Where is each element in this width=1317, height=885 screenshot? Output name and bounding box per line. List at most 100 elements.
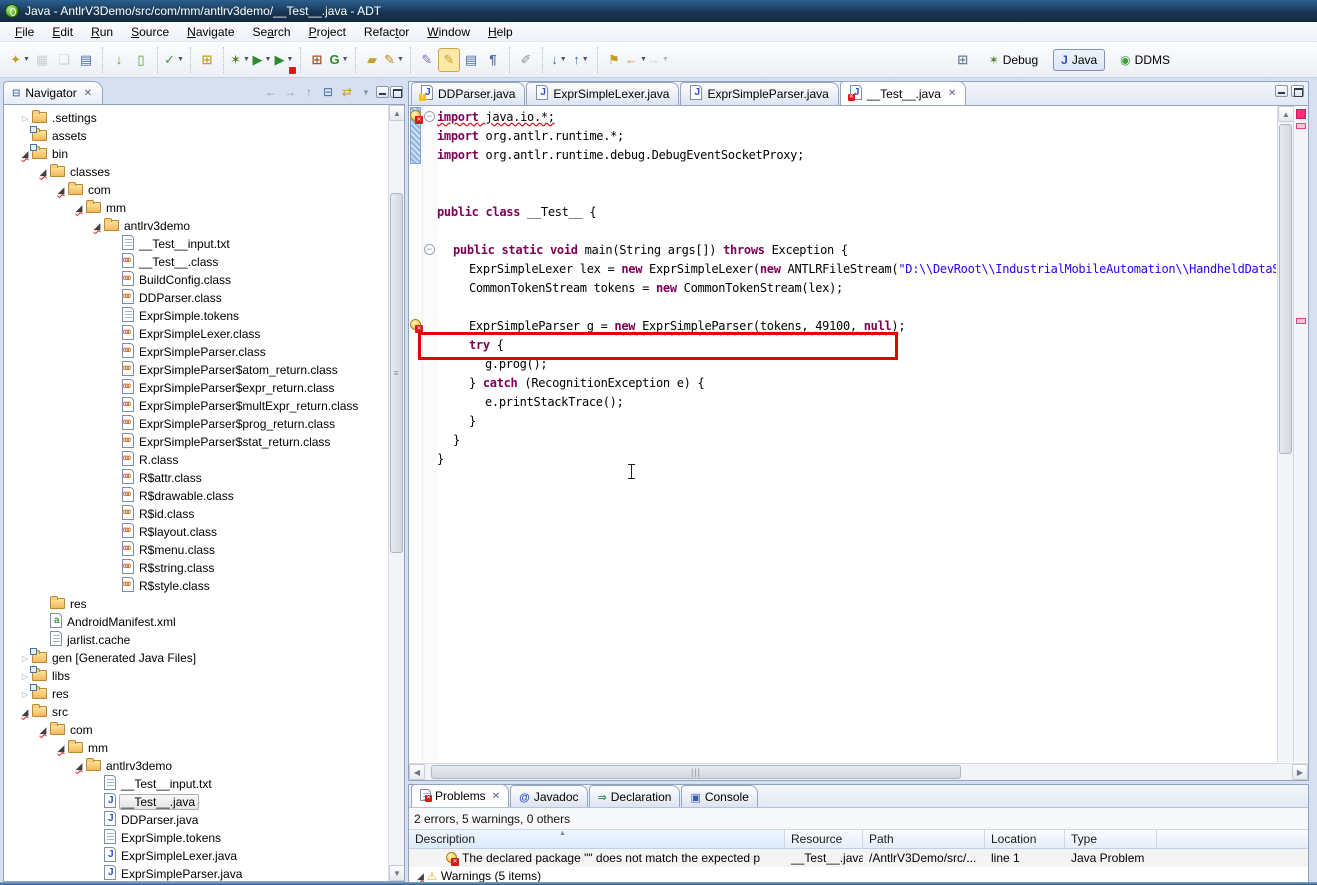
save-icon[interactable]: ▦: [31, 48, 53, 72]
new-android-project-icon[interactable]: ⊞: [196, 48, 218, 72]
tree-item-exprsimpleparser-atom-return-class[interactable]: 010 ExprSimpleParser$atom_return.class: [4, 361, 387, 379]
print-icon[interactable]: ▤: [75, 48, 97, 72]
dropdown-arrow-icon[interactable]: ▼: [287, 56, 294, 63]
navigator-scrollbar[interactable]: ▲ ≡ ▼: [388, 105, 404, 881]
editor-horizontal-scrollbar[interactable]: ◀ ||| ▶: [409, 763, 1308, 780]
dropdown-arrow-icon[interactable]: ▼: [177, 56, 184, 63]
tree-item-com[interactable]: ◢ com: [4, 721, 387, 739]
code-content[interactable]: import java.io.*; import org.antlr.runtim…: [437, 108, 1276, 762]
collapse-icon[interactable]: ◢: [72, 203, 86, 214]
collapse-icon[interactable]: ◢: [409, 871, 424, 882]
java-editor-icon[interactable]: ✎: [416, 48, 438, 72]
navigator-tab[interactable]: ⊟ Navigator ✕: [3, 81, 104, 104]
tree-item-r-id-class[interactable]: 010 R$id.class: [4, 505, 387, 523]
android-sdk-manager-icon[interactable]: ↓: [108, 48, 130, 72]
tree-item-settings[interactable]: ▷ .settings: [4, 109, 387, 127]
editor-tab-exprsimplelexer-java[interactable]: J ExprSimpleLexer.java: [526, 82, 680, 105]
debug-icon[interactable]: ✶ ▼: [229, 48, 251, 72]
last-edit-icon[interactable]: ⚑: [603, 48, 625, 72]
column-header-location[interactable]: Location: [985, 830, 1065, 848]
back-icon[interactable]: ← ▼: [625, 48, 647, 72]
overview-ruler[interactable]: [1293, 106, 1308, 762]
minimize-button[interactable]: [1275, 85, 1288, 97]
scroll-left-icon[interactable]: ◀: [409, 764, 425, 780]
scroll-down-icon[interactable]: ▼: [389, 865, 404, 881]
close-icon[interactable]: ✕: [946, 88, 956, 99]
prev-annotation-icon[interactable]: ↑ ▼: [570, 48, 592, 72]
tree-item-r-attr-class[interactable]: 010 R$attr.class: [4, 469, 387, 487]
tree-item-r-menu-class[interactable]: 010 R$menu.class: [4, 541, 387, 559]
menu-file[interactable]: File: [6, 23, 43, 41]
tree-item-mm[interactable]: ◢ mm: [4, 199, 387, 217]
hide-annotations-icon[interactable]: ✐: [515, 48, 537, 72]
show-whitespace-icon[interactable]: ¶: [482, 48, 504, 72]
minimize-button[interactable]: [376, 86, 389, 98]
fold-collapse-icon[interactable]: −: [424, 244, 435, 255]
warnings-group-row[interactable]: ◢ ⚠ Warnings (5 items): [409, 867, 1308, 882]
tree-item-exprsimpleparser-stat-return-class[interactable]: 010 ExprSimpleParser$stat_return.class: [4, 433, 387, 451]
menu-window[interactable]: Window: [418, 23, 479, 41]
tab-problems[interactable]: ✕ Problems ✕: [411, 784, 510, 807]
block-selection-icon[interactable]: ▤: [460, 48, 482, 72]
scroll-right-icon[interactable]: ▶: [1292, 764, 1308, 780]
tree-item-exprsimple-tokens[interactable]: ExprSimple.tokens: [4, 307, 387, 325]
tree-item-libs[interactable]: ▷ libs: [4, 666, 387, 685]
forward-icon[interactable]: →: [281, 83, 299, 101]
menu-edit[interactable]: Edit: [43, 23, 82, 41]
avd-manager-icon[interactable]: ▯: [130, 48, 152, 72]
menu-run[interactable]: Run: [82, 23, 122, 41]
collapse-all-icon[interactable]: ⊟: [319, 83, 337, 101]
forward-icon[interactable]: → ▼: [647, 48, 669, 72]
save-all-icon[interactable]: ❏: [53, 48, 75, 72]
editor-tab-exprsimpleparser-java[interactable]: J ExprSimpleParser.java: [680, 82, 839, 105]
annotation-ruler[interactable]: [409, 106, 423, 762]
tree-item-ddparser-class[interactable]: 010 DDParser.class: [4, 289, 387, 307]
maximize-button[interactable]: [1291, 85, 1304, 97]
tree-item-exprsimpleparser-expr-return-class[interactable]: 010 ExprSimpleParser$expr_return.class: [4, 379, 387, 397]
tab-console[interactable]: ▣ Console: [681, 785, 758, 807]
menu-project[interactable]: Project: [300, 23, 355, 41]
tree-item-exprsimpleparser-java[interactable]: J ExprSimpleParser.java: [4, 865, 387, 881]
new-wizard-icon[interactable]: ✦ ▼: [9, 48, 31, 72]
editor-tab-test-java[interactable]: J ✕ __Test__.java ✕: [839, 81, 967, 105]
tree-item-src[interactable]: ◢ src: [4, 703, 387, 721]
collapse-icon[interactable]: ◢: [18, 707, 32, 718]
scrollbar-thumb[interactable]: ≡: [390, 193, 403, 553]
tree-item-exprsimpleparser-class[interactable]: 010 ExprSimpleParser.class: [4, 343, 387, 361]
tab-declaration[interactable]: ⇒ Declaration: [588, 785, 681, 807]
dropdown-arrow-icon[interactable]: ▼: [265, 56, 272, 63]
fold-collapse-icon[interactable]: −: [424, 111, 435, 122]
tree-item-antlrv3demo[interactable]: ◢ antlrv3demo: [4, 757, 387, 775]
link-editor-icon[interactable]: ⇄: [338, 83, 356, 101]
tree-item-antlrv3demo[interactable]: ◢ antlrv3demo: [4, 217, 387, 235]
search-brush-icon[interactable]: ✎ ▼: [383, 48, 405, 72]
tree-item-mm[interactable]: ◢ mm: [4, 739, 387, 757]
menu-search[interactable]: Search: [244, 23, 300, 41]
back-icon[interactable]: ←: [262, 83, 280, 101]
collapse-icon[interactable]: ◢: [90, 221, 104, 232]
tree-item-jarlist-cache[interactable]: jarlist.cache: [4, 631, 387, 649]
dropdown-arrow-icon[interactable]: ▼: [640, 56, 647, 63]
tree-item-r-class[interactable]: 010 R.class: [4, 451, 387, 469]
tree-item-test-input-txt[interactable]: __Test__input.txt: [4, 235, 387, 253]
new-java-project-icon[interactable]: ⊞: [306, 48, 328, 72]
menu-refactor[interactable]: Refactor: [355, 23, 418, 41]
tree-item-res[interactable]: res: [4, 595, 387, 613]
scrollbar-thumb[interactable]: |||: [431, 765, 961, 779]
tree-item-bin[interactable]: ◢ bin: [4, 144, 387, 163]
tab-javadoc[interactable]: @ Javadoc: [510, 785, 588, 807]
dropdown-arrow-icon[interactable]: ▼: [397, 56, 404, 63]
column-header-description[interactable]: Description ▲: [409, 830, 785, 848]
tree-item-test-input-txt[interactable]: __Test__input.txt: [4, 775, 387, 793]
dropdown-arrow-icon[interactable]: ▼: [582, 56, 589, 63]
scroll-up-icon[interactable]: ▲: [1278, 106, 1294, 122]
tree-item-ddparser-java[interactable]: J DDParser.java: [4, 811, 387, 829]
collapse-icon[interactable]: ◢: [72, 761, 86, 772]
view-menu-icon[interactable]: ▼: [357, 83, 375, 101]
open-perspective-icon[interactable]: ⊞: [952, 48, 974, 72]
error-quickfix-icon[interactable]: [409, 319, 423, 333]
tree-item-androidmanifest-xml[interactable]: a AndroidManifest.xml: [4, 613, 387, 631]
close-icon[interactable]: ✕: [490, 791, 500, 802]
editor-body[interactable]: − − import java.io.*;import org.antlr.run…: [409, 106, 1308, 762]
tree-item-exprsimple-tokens[interactable]: ExprSimple.tokens: [4, 829, 387, 847]
